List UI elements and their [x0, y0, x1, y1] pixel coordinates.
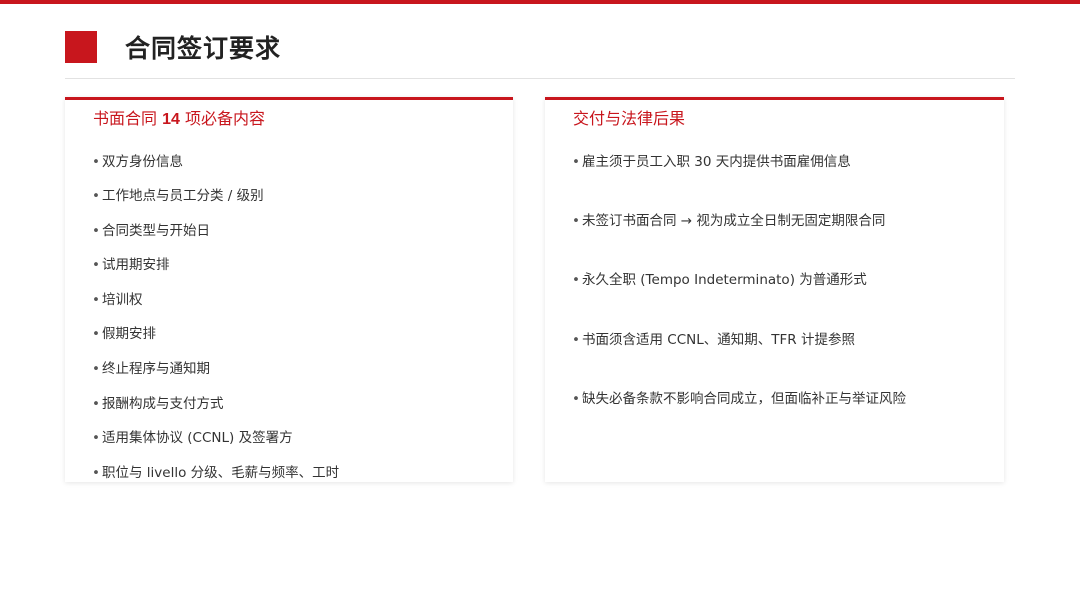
bullet-icon: •: [92, 465, 100, 481]
top-accent-bar: [0, 0, 1080, 4]
list-item: • 合同类型与开始日: [92, 223, 210, 239]
bullet-icon: •: [92, 326, 100, 342]
list-item: • 永久全职 (Tempo Indeterminato) 为普通形式: [572, 272, 867, 288]
bullet-icon: •: [572, 272, 580, 288]
legal-consequences-card: 交付与法律后果 • 雇主须于员工入职 30 天内提供书面雇佣信息 • 未签订书面合同…: [545, 97, 1004, 482]
list-item: • 职位与 livello 分级、毛薪与频率、工时: [92, 465, 340, 481]
list-item: • 雇主须于员工入职 30 天内提供书面雇佣信息: [572, 154, 851, 170]
bullet-icon: •: [92, 361, 100, 377]
bullet-icon: •: [92, 257, 100, 273]
list-item: • 终止程序与通知期: [92, 361, 210, 377]
list-item: • 培训权: [92, 292, 143, 308]
bullet-icon: •: [572, 391, 580, 407]
heading-suffix: 项必备内容: [179, 109, 265, 128]
slide: 合同签订要求 书面合同 14 项必备内容 • 双方身份信息 • 工作地点与员工分类 …: [0, 0, 1080, 608]
list-item: • 适用集体协议 (CCNL) 及签署方: [92, 430, 293, 446]
bullet-icon: •: [92, 154, 100, 170]
bullet-icon: •: [572, 213, 580, 229]
bullet-icon: •: [92, 292, 100, 308]
list-item: • 试用期安排: [92, 257, 170, 273]
card-heading-legal-consequences: 交付与法律后果: [573, 109, 686, 128]
bullet-icon: •: [92, 396, 100, 412]
list-item: • 工作地点与员工分类 / 级别: [92, 188, 264, 204]
card-heading-required-content: 书面合同 14 项必备内容: [93, 108, 265, 131]
title-divider: [65, 78, 1015, 79]
title-marker-square: [65, 31, 97, 63]
list-item: • 假期安排: [92, 326, 156, 342]
bullet-icon: •: [572, 332, 580, 348]
list-item: • 报酬构成与支付方式: [92, 396, 224, 412]
list-item: • 缺失必备条款不影响合同成立，但面临补正与举证风险: [572, 391, 906, 407]
bullet-icon: •: [572, 154, 580, 170]
list-item: • 书面须含适用 CCNL、通知期、TFR 计提参照: [572, 332, 855, 348]
page-title: 合同签订要求: [125, 34, 282, 63]
list-item: • 未签订书面合同 → 视为成立全日制无固定期限合同: [572, 213, 886, 229]
heading-number: 14: [162, 111, 180, 128]
bullet-icon: •: [92, 430, 100, 446]
heading-prefix: 书面合同: [93, 109, 163, 128]
list-item: • 双方身份信息: [92, 154, 183, 170]
bullet-icon: •: [92, 223, 100, 239]
bullet-icon: •: [92, 188, 100, 204]
required-content-card: 书面合同 14 项必备内容 • 双方身份信息 • 工作地点与员工分类 / 级别 • 合…: [65, 97, 513, 482]
